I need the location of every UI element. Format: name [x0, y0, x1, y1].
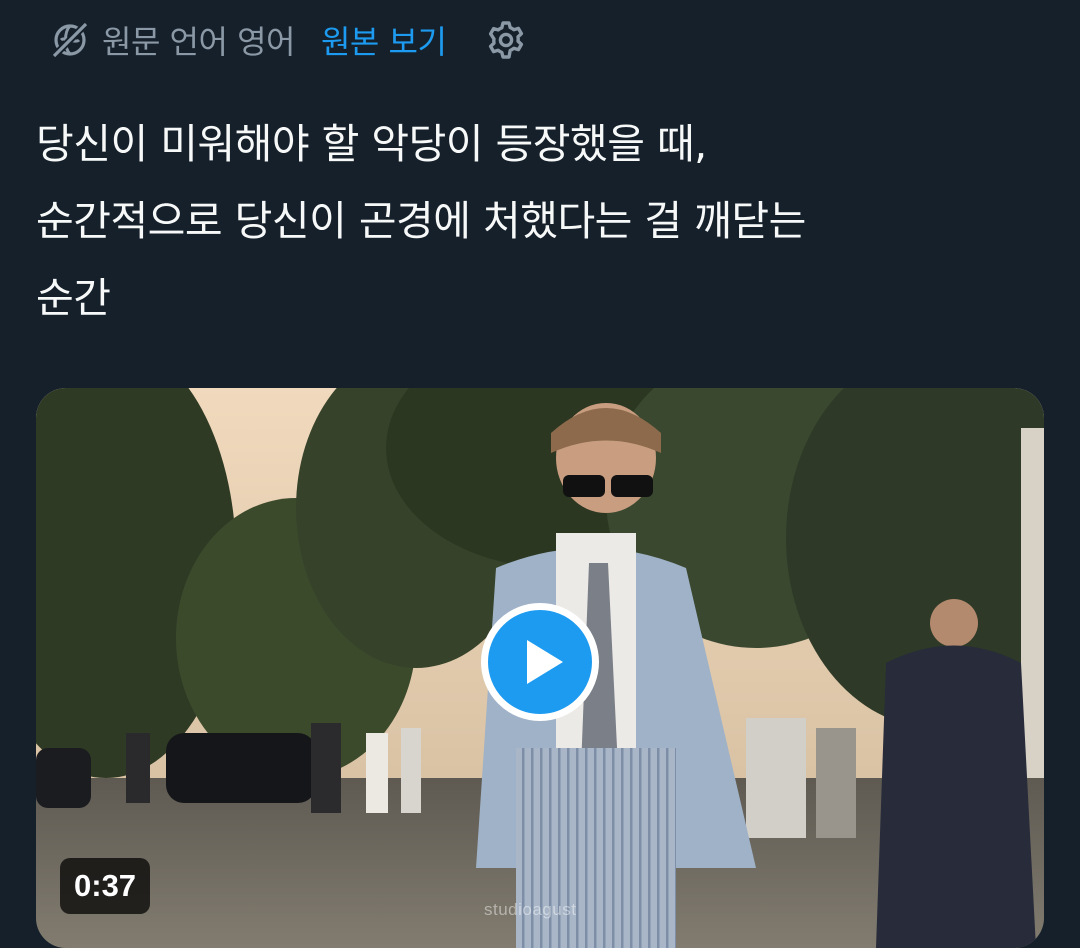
video-player[interactable]: 0:37 studioagust — [36, 388, 1044, 948]
tweet-text-line: 순간적으로 당신이 곤경에 처했다는 걸 깨닫는 — [36, 197, 806, 245]
tweet-text-line: 당신이 미워해야 할 악당이 등장했을 때, — [36, 120, 707, 168]
view-original-link[interactable]: 원본 보기 — [321, 17, 447, 63]
video-duration-badge: 0:37 — [60, 858, 151, 914]
video-watermark: studioagust — [484, 900, 577, 919]
translation-bar: 원문 언어 영어 원본 보기 — [48, 14, 528, 66]
tweet-text-line: 순간 — [36, 274, 111, 322]
tweet-text: 당신이 미워해야 할 악당이 등장했을 때, 순간적으로 당신이 곤경에 처했다… — [36, 106, 1036, 337]
play-icon — [527, 640, 563, 684]
gear-icon[interactable] — [484, 18, 528, 62]
play-button[interactable] — [481, 603, 599, 721]
source-language-label: 원문 언어 영어 — [102, 23, 295, 61]
globe-translate-icon — [48, 18, 92, 62]
